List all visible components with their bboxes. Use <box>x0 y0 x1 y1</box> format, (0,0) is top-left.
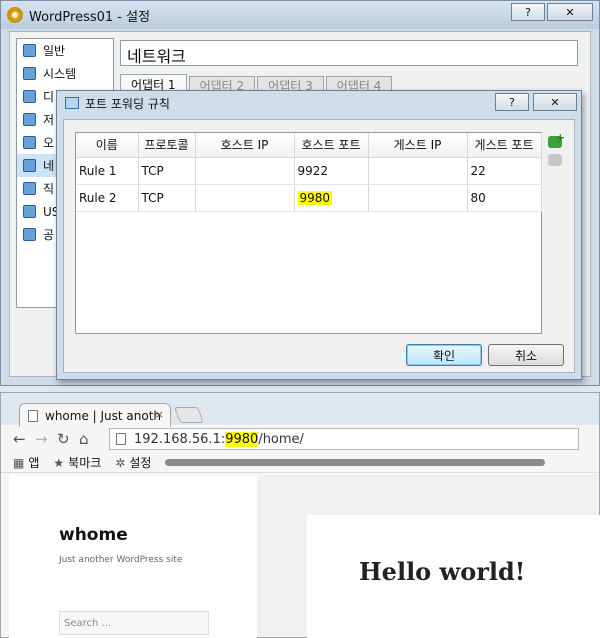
bookmark-settings[interactable]: ✲ 설정 <box>115 454 151 471</box>
virtualbox-gear-icon <box>7 7 23 23</box>
speaker-icon <box>23 136 36 149</box>
post-card: Hello world! <box>307 515 600 638</box>
rule-guest-ip-cell[interactable] <box>368 157 468 185</box>
column-header-name[interactable]: 이름 <box>76 133 139 158</box>
browser-window: whome | Just anoth × ← → ↻ ⌂ 192.168.56.… <box>0 392 600 638</box>
column-header-protocol[interactable]: 프로토콜 <box>138 133 196 158</box>
close-button[interactable]: ✕ <box>547 3 593 21</box>
reload-icon[interactable]: ↻ <box>57 430 79 448</box>
rule-guest-port-cell[interactable]: 22 <box>467 157 542 185</box>
rule-host-ip-cell[interactable] <box>195 184 295 212</box>
disk-icon <box>23 113 36 126</box>
site-title[interactable]: whome <box>59 525 128 545</box>
add-rule-icon[interactable] <box>548 131 565 148</box>
page-info-icon[interactable] <box>116 433 126 445</box>
browser-toolbar: ← → ↻ ⌂ 192.168.56.1: 9980/home/ <box>1 425 599 453</box>
chip-icon <box>23 67 36 80</box>
search-input[interactable]: Search ... <box>59 611 209 635</box>
monitor-icon <box>23 44 36 57</box>
bookmark-bookmarks[interactable]: ★ 북마크 <box>53 454 101 471</box>
bookmark-apps[interactable]: ▦ 앱 <box>13 454 39 471</box>
rule-host-ip-cell[interactable] <box>195 157 295 185</box>
remove-rule-icon[interactable] <box>548 154 562 166</box>
folder-icon <box>23 228 36 241</box>
window-icon <box>65 97 79 109</box>
url-port-highlighted: 9980 <box>225 431 259 447</box>
column-header-guest-port[interactable]: 게스트 포트 <box>467 133 542 158</box>
star-icon: ★ <box>53 455 65 470</box>
rule-host-port-cell[interactable]: 9922 <box>294 157 369 185</box>
network-icon <box>23 159 36 172</box>
usb-icon <box>23 205 36 218</box>
help-button[interactable]: ? <box>511 3 545 21</box>
rule-name-cell[interactable]: Rule 2 <box>76 184 139 212</box>
close-tab-icon[interactable]: × <box>155 408 164 421</box>
page-content: whome Just another WordPress site Search… <box>9 475 600 638</box>
settings-titlebar[interactable]: WordPress01 - 설정 <box>1 1 599 29</box>
new-tab-button[interactable] <box>174 407 204 423</box>
rule-name-cell[interactable]: Rule 1 <box>76 157 139 185</box>
rule-guest-ip-cell[interactable] <box>368 184 468 212</box>
dialog-body: 이름 프로토콜 호스트 IP 호스트 포트 게스트 IP 게스트 포트 Rule… <box>63 119 575 373</box>
dialog-close-button[interactable]: ✕ <box>533 93 577 111</box>
serial-port-icon <box>23 182 36 195</box>
browser-tab[interactable]: whome | Just anoth × <box>19 403 171 427</box>
url-path: /home/ <box>258 431 304 447</box>
category-system[interactable]: 시스템 <box>17 62 113 85</box>
gear-icon: ✲ <box>115 455 126 470</box>
ok-button[interactable]: 확인 <box>406 344 482 366</box>
site-sidebar: whome Just another WordPress site Search… <box>9 475 257 638</box>
highlighted-host-port: 9980 <box>297 190 333 205</box>
cancel-button[interactable]: 취소 <box>488 344 564 366</box>
page-icon <box>28 409 38 422</box>
dialog-help-button[interactable]: ? <box>495 93 529 111</box>
column-header-guest-ip[interactable]: 게스트 IP <box>368 133 468 158</box>
rule-protocol-cell[interactable]: TCP <box>138 157 196 185</box>
rule-protocol-cell[interactable]: TCP <box>138 184 196 212</box>
page-title: 네트워크 <box>120 40 578 66</box>
display-icon <box>23 90 36 103</box>
forward-arrow-icon[interactable]: → <box>35 430 57 448</box>
column-header-host-port[interactable]: 호스트 포트 <box>294 133 369 158</box>
apps-icon: ▦ <box>13 455 25 470</box>
bookmarks-bar: ▦ 앱 ★ 북마크 ✲ 설정 <box>1 453 599 473</box>
table-row[interactable]: Rule 1 TCP 9922 22 <box>76 157 542 185</box>
browser-tabstrip: whome | Just anoth × <box>1 393 599 427</box>
rule-guest-port-cell[interactable]: 80 <box>467 184 542 212</box>
rules-table: 이름 프로토콜 호스트 IP 호스트 포트 게스트 IP 게스트 포트 Rule… <box>75 132 542 334</box>
dialog-title: 포트 포워딩 규칙 <box>85 96 170 111</box>
home-icon[interactable]: ⌂ <box>79 430 101 448</box>
settings-window-title: WordPress01 - 설정 <box>29 9 151 25</box>
redaction-scribble <box>165 459 546 466</box>
rule-host-port-cell[interactable]: 9980 <box>294 184 369 212</box>
back-arrow-icon[interactable]: ← <box>13 430 35 448</box>
port-forwarding-dialog: 포트 포워딩 규칙 ? ✕ 이름 프로토콜 호스트 IP 호스트 포트 게스트 … <box>56 90 582 380</box>
table-row[interactable]: Rule 2 TCP 9980 80 <box>76 184 542 212</box>
post-title[interactable]: Hello world! <box>359 557 525 586</box>
address-bar[interactable]: 192.168.56.1: 9980/home/ <box>109 428 579 450</box>
site-tagline: Just another WordPress site <box>59 555 183 565</box>
url-host: 192.168.56.1: <box>134 431 226 447</box>
category-general[interactable]: 일반 <box>17 39 113 62</box>
browser-tab-title: whome | Just anoth <box>45 408 162 423</box>
column-header-host-ip[interactable]: 호스트 IP <box>195 133 295 158</box>
